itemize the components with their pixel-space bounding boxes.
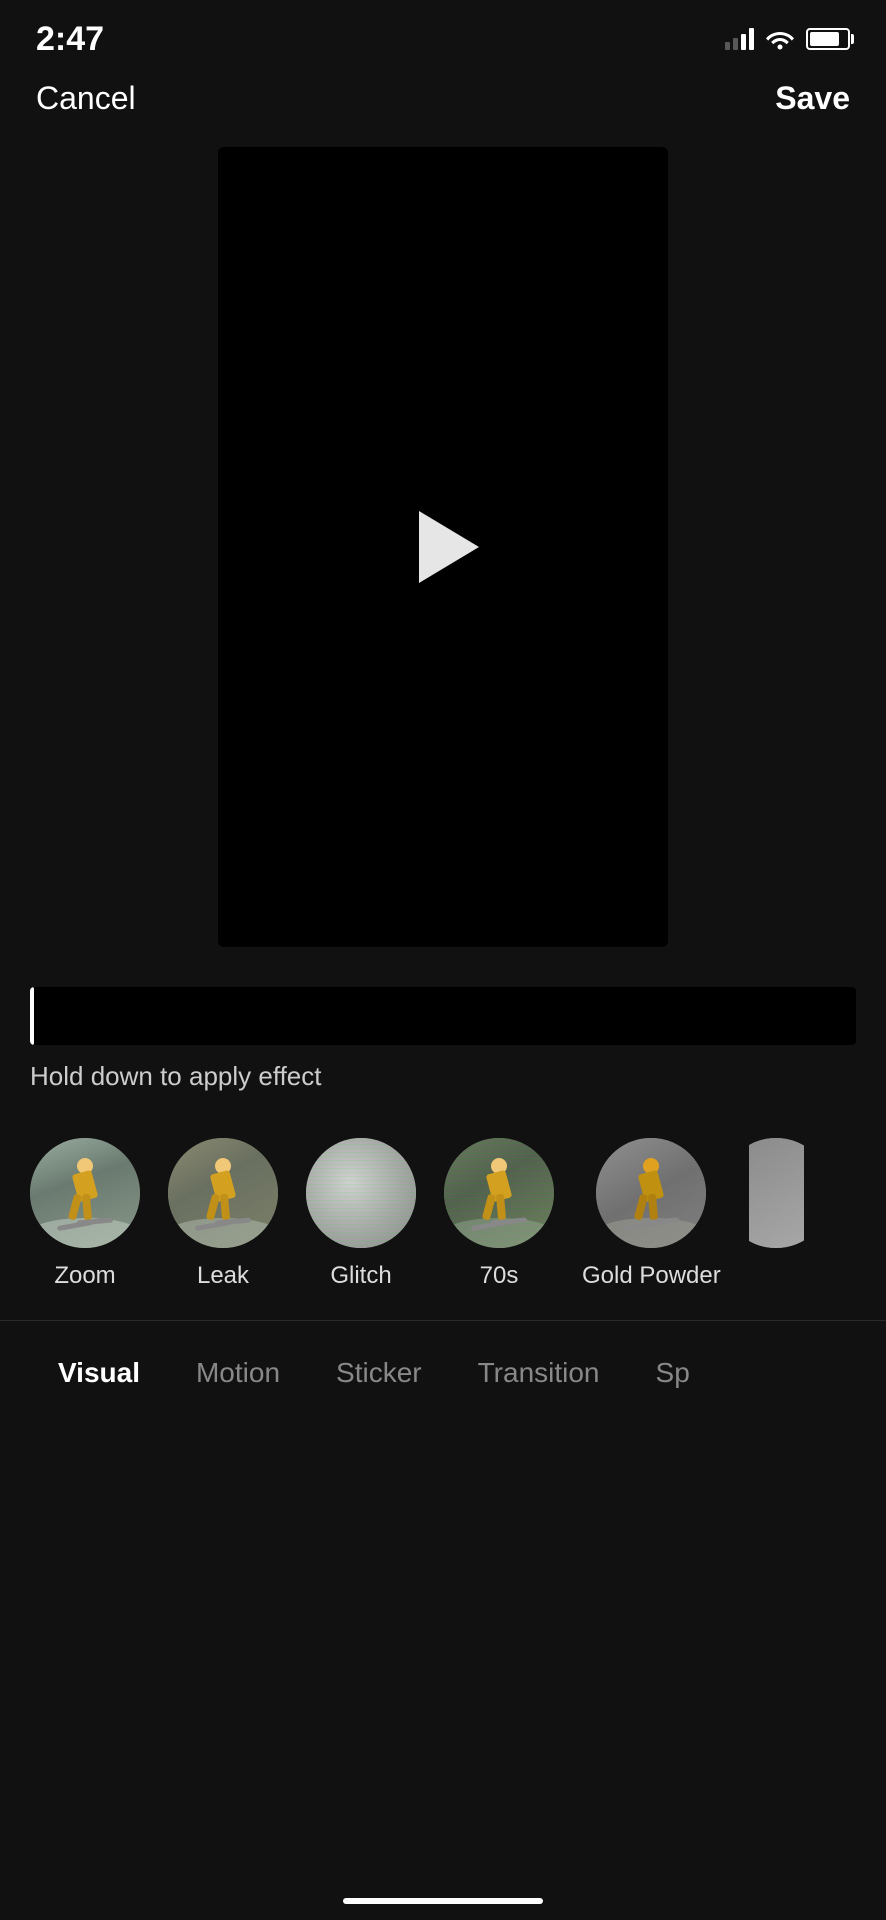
effect-goldpowder-thumbnail [596, 1138, 706, 1248]
status-icons [725, 28, 850, 50]
status-time: 2:47 [36, 20, 104, 59]
effect-70s-label: 70s [480, 1262, 519, 1290]
save-button[interactable]: Save [775, 80, 850, 117]
effect-goldpowder[interactable]: Gold Powder [582, 1138, 721, 1290]
tab-visual[interactable]: Visual [30, 1341, 168, 1405]
signal-icon [725, 28, 754, 50]
effect-partial-thumbnail [749, 1138, 804, 1248]
status-bar: 2:47 [0, 0, 886, 70]
play-button[interactable] [419, 511, 479, 583]
effect-leak[interactable]: Leak [168, 1138, 278, 1290]
tab-sticker[interactable]: Sticker [308, 1341, 450, 1405]
wifi-icon [766, 28, 794, 50]
timeline-indicator [30, 987, 34, 1045]
effects-row: Zoom Leak Glitch [0, 1108, 886, 1310]
effect-leak-label: Leak [197, 1262, 249, 1290]
effect-goldpowder-label: Gold Powder [582, 1262, 721, 1290]
effect-glitch-label: Glitch [330, 1262, 391, 1290]
effect-zoom[interactable]: Zoom [30, 1138, 140, 1290]
effect-leak-thumbnail [168, 1138, 278, 1248]
timeline-section: Hold down to apply effect [0, 957, 886, 1108]
home-indicator [343, 1898, 543, 1904]
tab-motion[interactable]: Motion [168, 1341, 308, 1405]
video-preview[interactable] [218, 147, 668, 947]
effect-zoom-thumbnail [30, 1138, 140, 1248]
effect-partial[interactable] [749, 1138, 804, 1290]
effect-glitch-thumbnail [306, 1138, 416, 1248]
cancel-button[interactable]: Cancel [36, 80, 136, 117]
tab-transition[interactable]: Transition [450, 1341, 628, 1405]
battery-icon [806, 28, 850, 50]
video-container [0, 147, 886, 947]
effect-glitch[interactable]: Glitch [306, 1138, 416, 1290]
top-navigation: Cancel Save [0, 70, 886, 137]
timeline-bar[interactable] [30, 987, 856, 1045]
hold-hint: Hold down to apply effect [30, 1061, 856, 1092]
effect-70s[interactable]: 70s [444, 1138, 554, 1290]
tab-sp-partial[interactable]: Sp [628, 1341, 690, 1405]
category-tabs: Visual Motion Sticker Transition Sp [0, 1320, 886, 1405]
effect-70s-thumbnail [444, 1138, 554, 1248]
effect-zoom-label: Zoom [54, 1262, 115, 1290]
